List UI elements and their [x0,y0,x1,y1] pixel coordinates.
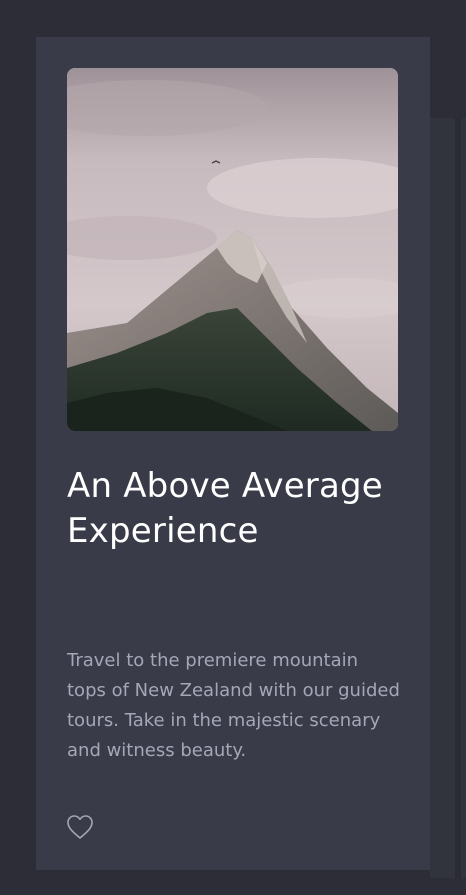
like-button[interactable] [66,814,94,840]
card-description: Travel to the premiere mountain tops of … [67,650,400,761]
card-title: An Above Average Experience [67,466,383,551]
tour-card: An Above Average Experience Travel to th… [36,37,430,870]
tour-photo [67,68,398,431]
mountain-illustration [67,68,398,431]
background-card-edge [455,118,461,878]
heart-outline-icon [67,815,93,839]
page: An Above Average Experience Travel to th… [0,0,466,895]
